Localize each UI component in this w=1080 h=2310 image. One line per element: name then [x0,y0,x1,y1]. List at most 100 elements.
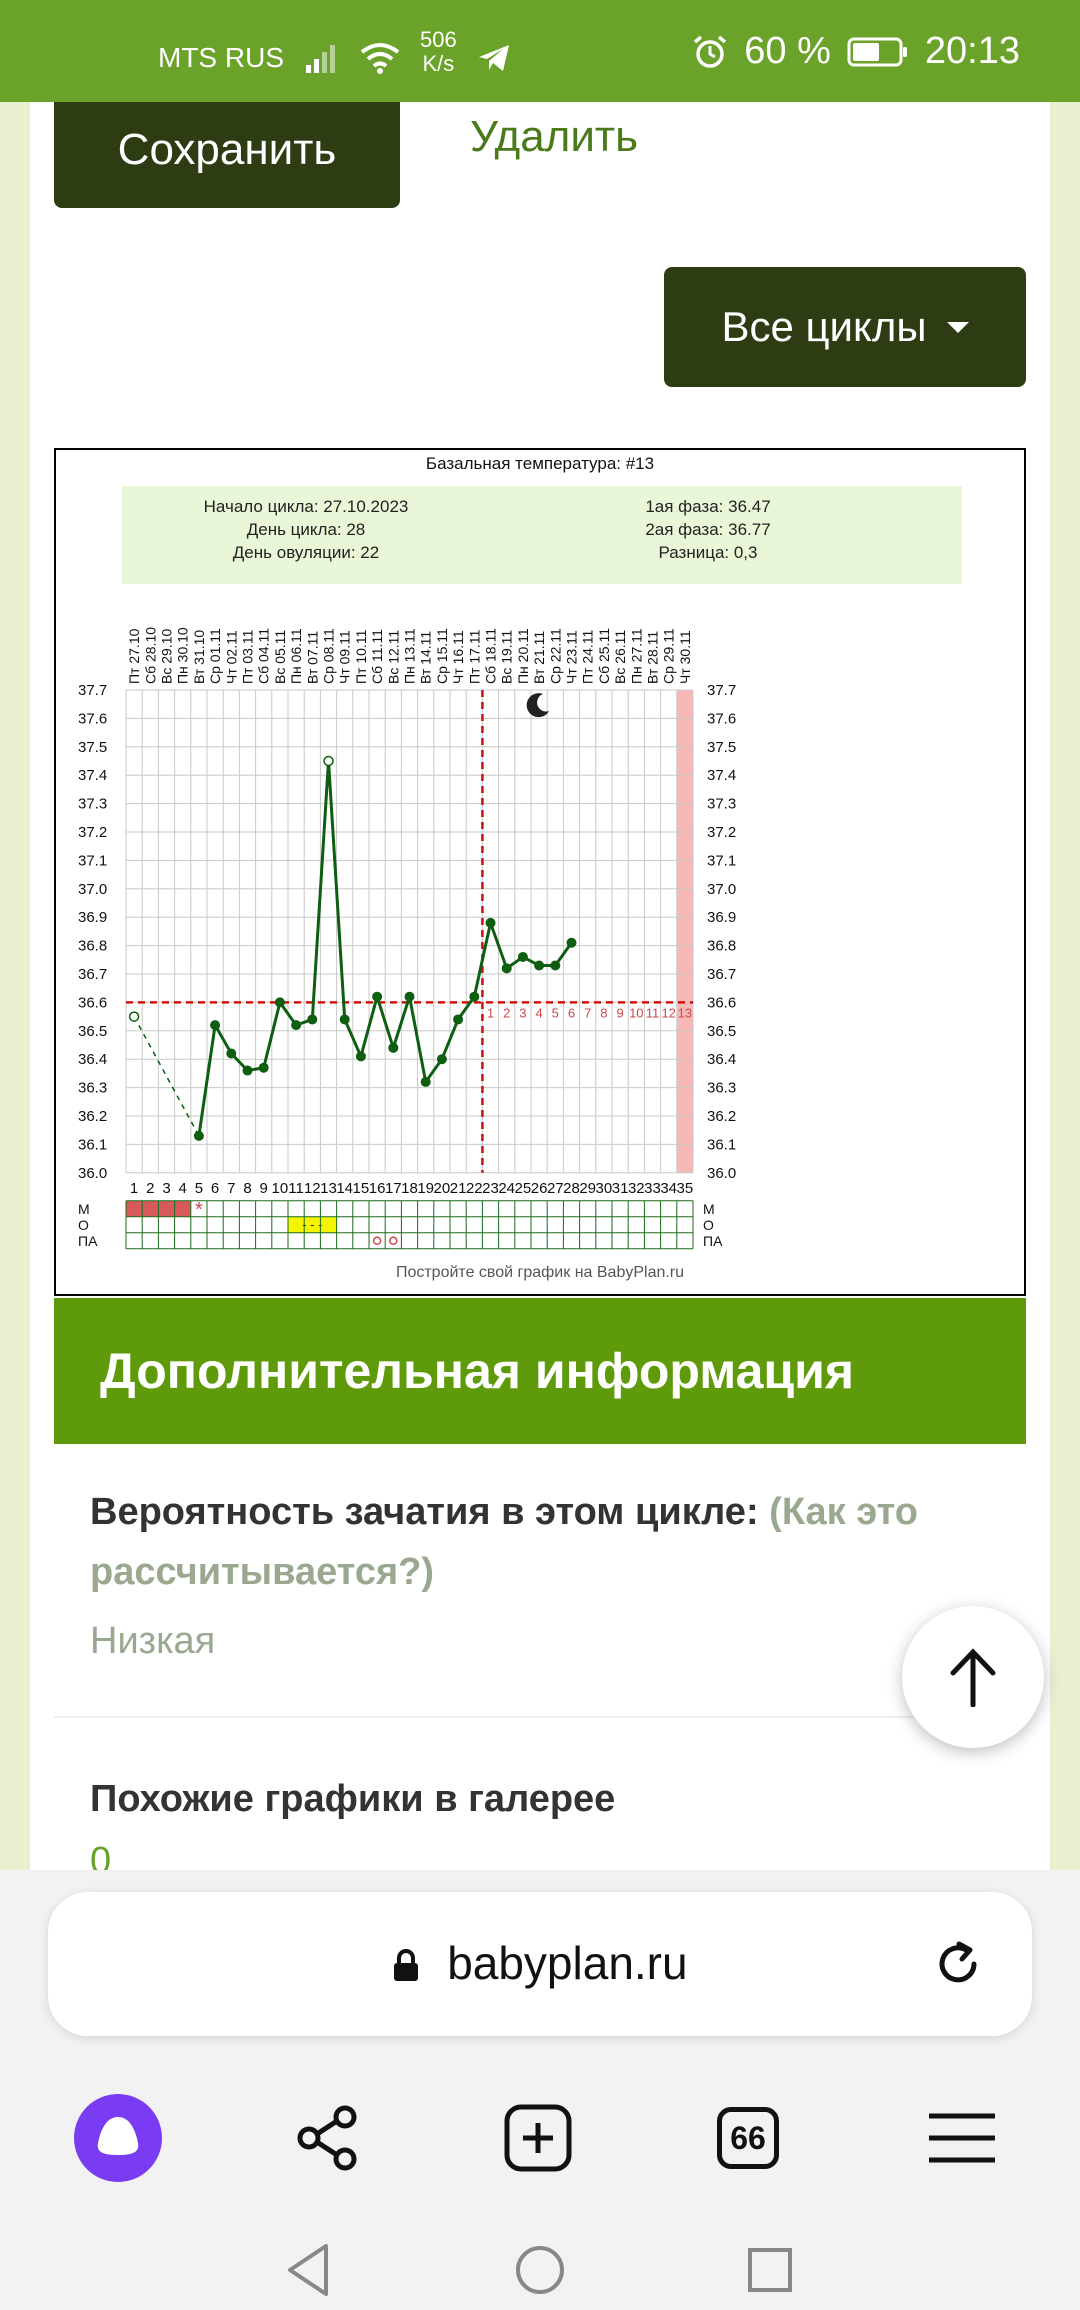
y-tick-left: 37.3 [78,796,107,813]
scroll-to-top-button[interactable] [902,1606,1044,1748]
y-tick-right: 36.2 [707,1108,736,1125]
menstruation-mark [142,1200,159,1217]
probability-label: Вероятность зачатия в этом цикле: [90,1491,759,1533]
date-label: Пн 30.10 [175,627,191,684]
date-label: Вт 28.11 [645,631,661,684]
luteal-day-label: 12 [661,1005,675,1020]
day-number: 9 [260,1180,268,1197]
phase1-text: 1ая фаза: 36.47 [645,497,770,516]
temperature-point [372,991,383,1002]
temperature-point [307,1014,318,1025]
date-label: Вт 31.10 [191,630,207,684]
marker-row-label-right: М [703,1201,715,1217]
day-number: 30 [596,1180,613,1197]
system-nav-bar [0,2230,1080,2310]
temperature-point [469,991,480,1002]
plus-box-icon [504,2104,572,2172]
date-label: Пт 10.11 [353,629,369,684]
save-button[interactable]: Сохранить [54,102,400,208]
address-bar[interactable]: babyplan.ru [48,1892,1032,2036]
new-tab-button[interactable] [488,2088,588,2188]
date-label: Вс 29.10 [159,629,175,684]
date-label: Пт 17.11 [466,629,482,684]
spotting-star: * [195,1199,203,1221]
date-label: Сб 18.11 [483,628,499,684]
day-number: 25 [515,1180,532,1197]
y-tick-left: 36.6 [78,994,107,1011]
date-label: Ср 08.11 [321,628,337,684]
temperature-point [517,951,528,962]
reload-icon[interactable] [932,1938,984,1990]
page-content: Сохранить Удалить Все циклы Базальная те… [30,102,1050,1870]
y-tick-right: 37.4 [707,767,736,784]
y-tick-right: 37.2 [707,824,736,841]
y-tick-right: 37.7 [707,682,736,699]
delete-button[interactable]: Удалить [470,112,638,162]
day-number: 26 [531,1180,548,1197]
date-label: Чт 16.11 [450,630,466,684]
alice-icon [74,2094,162,2182]
recents-nav-icon[interactable] [746,2246,794,2294]
chart-footer: Постройте свой график на BabyPlan.ru [396,1264,684,1281]
day-number: 10 [272,1180,289,1197]
y-tick-right: 36.4 [707,1051,736,1068]
probability-value: Низкая [90,1620,216,1662]
y-tick-right: 36.5 [707,1023,736,1040]
phase2-text: 2ая фаза: 36.77 [645,520,770,539]
tabs-button[interactable]: 66 [698,2088,798,2188]
date-label: Вт 21.11 [531,631,547,684]
conception-probability: Вероятность зачатия в этом цикле: (Как э… [90,1482,970,1602]
y-tick-right: 36.1 [707,1136,736,1153]
all-cycles-dropdown[interactable]: Все циклы [664,267,1026,387]
share-button[interactable] [278,2088,378,2188]
day-number: 8 [243,1180,251,1197]
date-label: Пн 27.11 [628,628,644,684]
alice-button[interactable] [68,2088,168,2188]
bbt-chart: Базальная температура: #13 Начало цикла: … [54,448,1026,1296]
hamburger-icon [929,2113,995,2163]
marker-row-label: О [78,1217,89,1233]
share-icon [297,2105,357,2171]
day-number: 19 [417,1180,434,1197]
menstruation-mark [126,1200,143,1217]
temperature-point [485,917,496,928]
day-number: 17 [385,1180,402,1197]
alarm-icon [694,35,727,68]
network-speed: 506 K/s [420,28,457,76]
luteal-day-label: 8 [600,1005,607,1020]
day-number: 35 [677,1180,694,1197]
luteal-day-label: 7 [584,1005,591,1020]
all-cycles-label: Все циклы [721,303,927,350]
marker-row-label: М [78,1201,90,1217]
y-tick-left: 36.5 [78,1023,107,1040]
home-nav-icon[interactable] [514,2244,566,2296]
date-label: Пт 24.11 [580,629,596,684]
marker-row-label-right: ПА [703,1233,723,1249]
luteal-day-label: 10 [629,1005,643,1020]
similar-charts-count[interactable]: 0 [90,1840,111,1870]
y-tick-right: 36.0 [707,1165,736,1182]
y-tick-right: 37.1 [707,852,736,869]
y-tick-left: 37.7 [78,682,107,699]
luteal-day-label: 11 [646,1005,660,1020]
speed-value: 506 [420,27,457,52]
temperature-point [388,1042,399,1053]
luteal-day-label: 5 [552,1005,559,1020]
date-label: Чт 02.11 [223,630,239,684]
battery-icon [847,37,907,66]
y-tick-left: 37.0 [78,881,107,898]
date-label: Вт 07.11 [304,631,320,684]
additional-info-header: Дополнительная информация [54,1298,1026,1444]
temperature-point [453,1014,464,1025]
y-tick-left: 36.7 [78,966,107,983]
menu-button[interactable] [912,2088,1012,2188]
day-number: 33 [644,1180,661,1197]
back-nav-icon[interactable] [284,2242,334,2298]
y-tick-right: 37.5 [707,739,736,756]
y-tick-left: 36.2 [78,1108,107,1125]
date-label: Чт 23.11 [564,630,580,684]
luteal-day-label: 13 [678,1005,692,1020]
ovulation-day-text: День овуляции: 22 [233,543,379,562]
day-number: 21 [450,1180,467,1197]
date-label: Чт 30.11 [677,630,693,684]
